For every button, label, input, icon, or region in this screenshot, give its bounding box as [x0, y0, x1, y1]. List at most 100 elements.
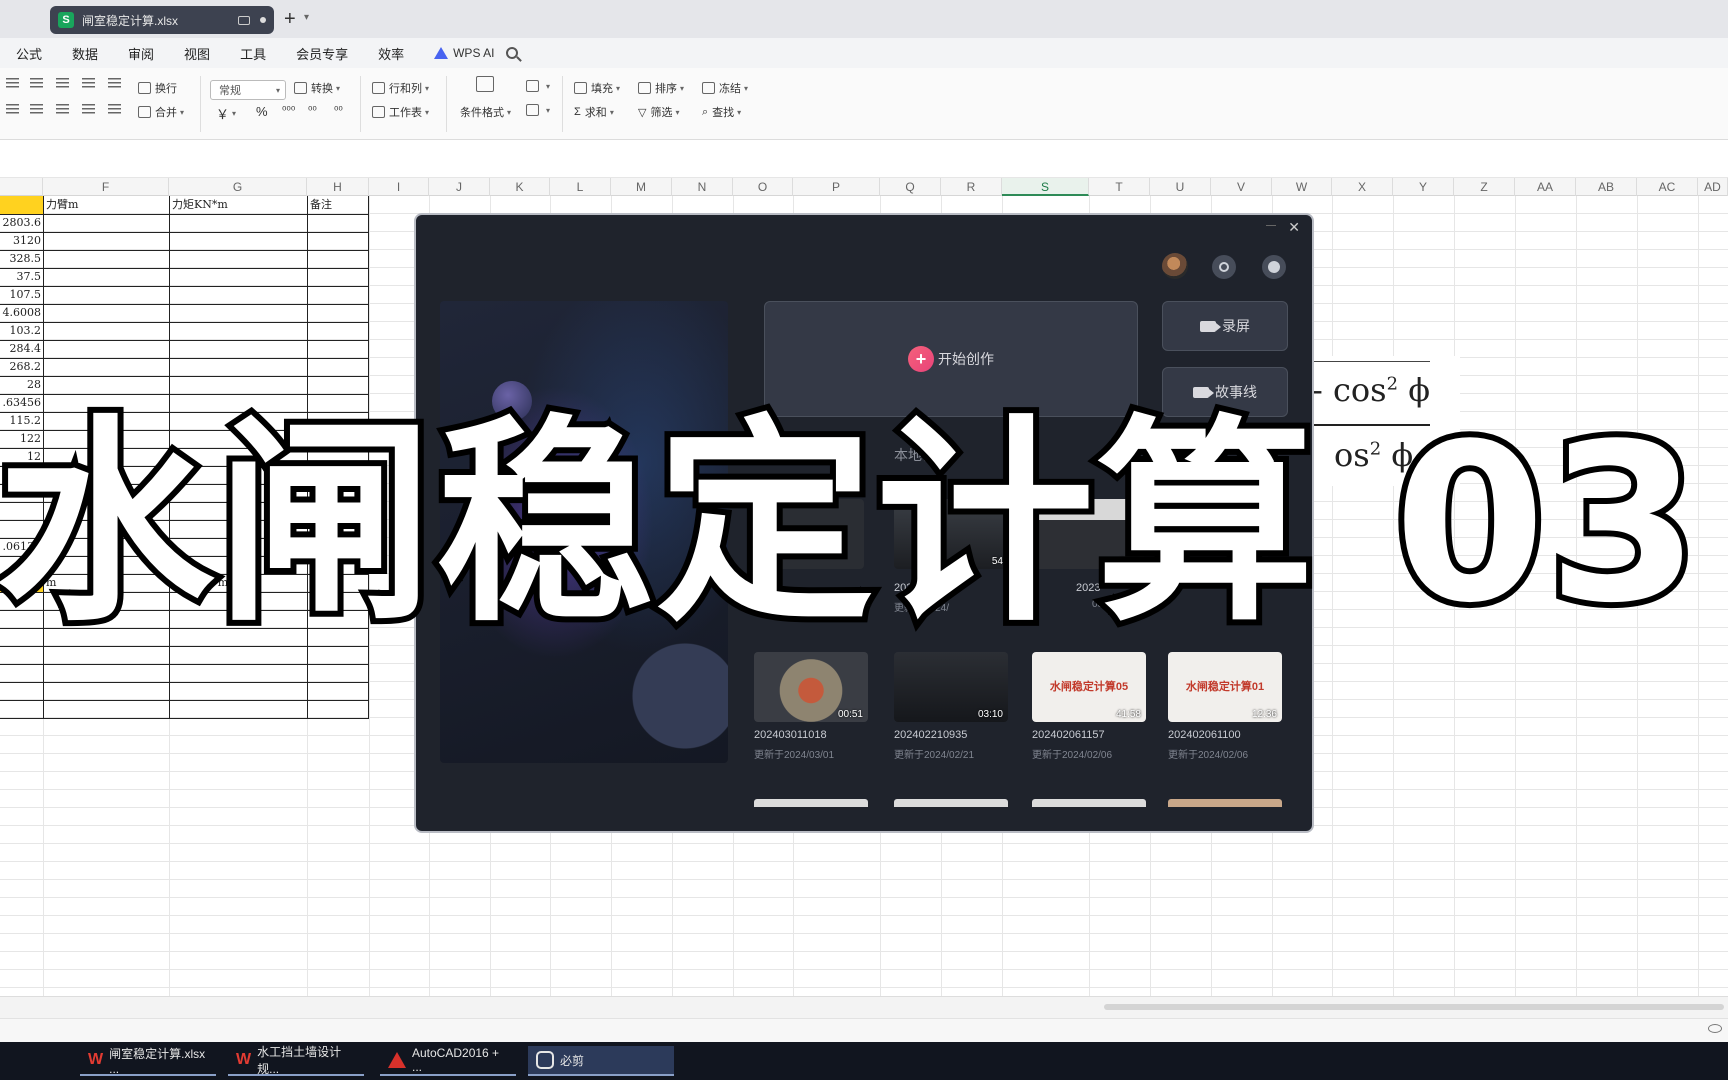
column-header-x[interactable]: X: [1332, 178, 1393, 196]
decimal-decrease-icon[interactable]: ⁰⁰: [334, 104, 343, 117]
percent-button[interactable]: %: [256, 104, 268, 119]
wrap-text-button[interactable]: 换行: [138, 80, 177, 96]
column-header-i[interactable]: I: [369, 178, 429, 196]
sum-button[interactable]: Σ 求和 ▾: [574, 104, 614, 120]
search-icon[interactable]: [506, 47, 519, 59]
column-header-ac[interactable]: AC: [1637, 178, 1698, 196]
avatar[interactable]: [1162, 253, 1188, 279]
video-thumbnail[interactable]: 00:51: [754, 652, 868, 722]
video-thumbnail[interactable]: 水闸稳定计算01 12:36: [1168, 652, 1282, 722]
column-header-m[interactable]: M: [611, 178, 672, 196]
close-icon[interactable]: ✕: [1288, 219, 1300, 236]
indent-increase-icon[interactable]: [108, 78, 125, 89]
column-header-y[interactable]: Y: [1393, 178, 1454, 196]
indent-decrease-icon[interactable]: [82, 78, 99, 89]
file-tab[interactable]: S 闸室稳定计算.xlsx: [50, 6, 274, 34]
find-button[interactable]: ⌕ 查找 ▾: [702, 104, 741, 120]
rows-cols-button[interactable]: 行和列 ▾: [372, 80, 429, 96]
video-thumbnail[interactable]: [894, 799, 1008, 807]
sort-button[interactable]: 排序 ▾: [638, 80, 684, 96]
column-header-l[interactable]: L: [550, 178, 611, 196]
message-icon[interactable]: [1262, 255, 1286, 279]
conditional-format-button[interactable]: 条件格式 ▾: [460, 104, 511, 120]
video-thumbnail[interactable]: 水闸稳定计算05 41:58: [1032, 652, 1146, 722]
column-header-ad[interactable]: AD: [1698, 178, 1728, 196]
taskbar-item-autocad[interactable]: AutoCAD2016 + ...: [380, 1046, 516, 1076]
cell-value[interactable]: 284.4: [0, 340, 42, 358]
justify-icon[interactable]: [82, 104, 99, 115]
currency-button[interactable]: ￥ ▾: [216, 104, 236, 123]
column-header-n[interactable]: N: [672, 178, 733, 196]
decimal-increase-icon[interactable]: ⁰⁰: [308, 104, 317, 117]
column-header-q[interactable]: Q: [880, 178, 941, 196]
column-header-v[interactable]: V: [1211, 178, 1272, 196]
worksheet-button[interactable]: 工作表 ▾: [372, 104, 429, 120]
conditional-format-icon[interactable]: [476, 76, 498, 92]
cell-style-icon[interactable]: ▾: [526, 80, 550, 92]
align-bottom-icon[interactable]: [56, 78, 73, 89]
column-header-s[interactable]: S: [1002, 178, 1089, 196]
align-right-icon[interactable]: [56, 104, 73, 115]
new-tab-button[interactable]: +: [284, 8, 296, 31]
menu-efficiency[interactable]: 效率: [378, 44, 404, 63]
column-header-r[interactable]: R: [941, 178, 1002, 196]
convert-button[interactable]: 转换 ▾: [294, 80, 340, 96]
menu-formula[interactable]: 公式: [16, 44, 42, 63]
wps-ai-button[interactable]: WPS AI: [434, 46, 494, 60]
cell-value[interactable]: 37.5: [0, 268, 42, 286]
column-header-ab[interactable]: AB: [1576, 178, 1637, 196]
align-middle-icon[interactable]: [30, 78, 47, 89]
header-remarks[interactable]: 备注: [310, 196, 332, 214]
gear-icon[interactable]: [1212, 255, 1236, 279]
column-header-w[interactable]: W: [1272, 178, 1332, 196]
column-header-u[interactable]: U: [1150, 178, 1211, 196]
taskbar-item-excel[interactable]: W 闸室稳定计算.xlsx ...: [80, 1046, 216, 1076]
column-header-g[interactable]: G: [169, 178, 307, 196]
monitor-icon[interactable]: [238, 15, 250, 25]
column-header-t[interactable]: T: [1089, 178, 1150, 196]
column-header-aa[interactable]: AA: [1515, 178, 1576, 196]
menu-view[interactable]: 视图: [184, 44, 210, 63]
align-center-icon[interactable]: [30, 104, 47, 115]
thousands-icon[interactable]: ⁰⁰⁰: [282, 104, 295, 117]
cell-value[interactable]: 103.2: [0, 322, 42, 340]
taskbar-item-doc[interactable]: W 水工挡土墙设计规...: [228, 1045, 364, 1076]
header-moment[interactable]: 力矩KN*m: [172, 196, 228, 214]
column-header-p[interactable]: P: [793, 178, 880, 196]
cell-value[interactable]: 107.5: [0, 286, 42, 304]
cell-value[interactable]: 328.5: [0, 250, 42, 268]
header-lever-arm[interactable]: 力臂m: [46, 196, 78, 214]
screen-record-button[interactable]: 录屏: [1162, 301, 1288, 351]
column-header-f[interactable]: F: [43, 178, 169, 196]
taskbar-item-bijian[interactable]: 必剪: [528, 1046, 674, 1076]
freeze-button[interactable]: 冻结 ▾: [702, 80, 748, 96]
menu-data[interactable]: 数据: [72, 44, 98, 63]
horizontal-scrollbar[interactable]: [1104, 1004, 1724, 1010]
menu-member[interactable]: 会员专享: [296, 44, 348, 63]
video-thumbnail[interactable]: [754, 799, 868, 807]
column-header-o[interactable]: O: [733, 178, 793, 196]
column-header-j[interactable]: J: [429, 178, 490, 196]
menu-tools[interactable]: 工具: [240, 44, 266, 63]
minimize-button[interactable]: [1266, 225, 1276, 226]
cell-value[interactable]: 268.2: [0, 358, 42, 376]
chevron-down-icon[interactable]: ▾: [304, 12, 309, 23]
number-format-select[interactable]: 常规 ▾: [210, 80, 286, 100]
align-top-icon[interactable]: [6, 78, 23, 89]
eye-icon[interactable]: [1708, 1024, 1722, 1033]
cell-value[interactable]: 4.6008: [0, 304, 42, 322]
border-icon[interactable]: ▾: [526, 104, 550, 116]
cell-value[interactable]: 28: [0, 376, 41, 394]
merge-button[interactable]: 合并 ▾: [138, 104, 184, 120]
cell-value[interactable]: 2803.6: [0, 214, 42, 232]
filter-button[interactable]: ▽ 筛选 ▾: [638, 104, 679, 120]
align-left-icon[interactable]: [6, 104, 23, 115]
column-header-z[interactable]: Z: [1454, 178, 1515, 196]
column-header-k[interactable]: K: [490, 178, 550, 196]
video-thumbnail[interactable]: 03:10: [894, 652, 1008, 722]
fill-button[interactable]: 填充 ▾: [574, 80, 620, 96]
cell-value[interactable]: 3120: [0, 232, 41, 250]
video-thumbnail[interactable]: [1032, 799, 1146, 807]
distribute-icon[interactable]: [108, 104, 125, 115]
column-header-e[interactable]: [0, 178, 43, 196]
